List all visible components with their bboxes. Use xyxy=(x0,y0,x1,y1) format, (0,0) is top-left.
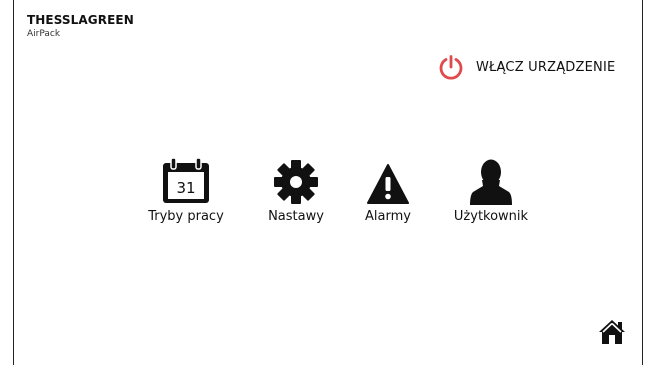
power-on-button[interactable]: WŁĄCZ URZĄDZENIE xyxy=(438,54,615,80)
brand-title: THESSLAGREEN xyxy=(27,13,134,27)
menu-item-operating-modes[interactable]: 31 Tryby pracy xyxy=(136,156,236,224)
main-menu: 31 Tryby pracy Nastawy Alarmy Użytkownik xyxy=(0,156,649,236)
user-icon xyxy=(469,156,513,206)
power-on-label: WŁĄCZ URZĄDZENIE xyxy=(476,59,616,75)
menu-item-label: Nastawy xyxy=(268,209,324,224)
menu-item-label: Alarmy xyxy=(365,209,411,224)
home-icon xyxy=(598,320,626,350)
home-button[interactable] xyxy=(598,318,626,351)
menu-item-settings[interactable]: Nastawy xyxy=(256,156,336,224)
menu-item-label: Tryby pracy xyxy=(148,209,224,224)
menu-item-alarms[interactable]: Alarmy xyxy=(348,156,428,224)
calendar-icon: 31 xyxy=(160,156,212,206)
power-icon xyxy=(438,54,464,80)
menu-item-user[interactable]: Użytkownik xyxy=(441,156,541,224)
warning-icon xyxy=(366,156,410,206)
brand-header: THESSLAGREEN AirPack xyxy=(27,13,134,39)
gear-icon xyxy=(272,156,320,206)
menu-item-label: Użytkownik xyxy=(453,209,529,224)
brand-subtitle: AirPack xyxy=(27,29,61,39)
calendar-day: 31 xyxy=(176,179,195,197)
